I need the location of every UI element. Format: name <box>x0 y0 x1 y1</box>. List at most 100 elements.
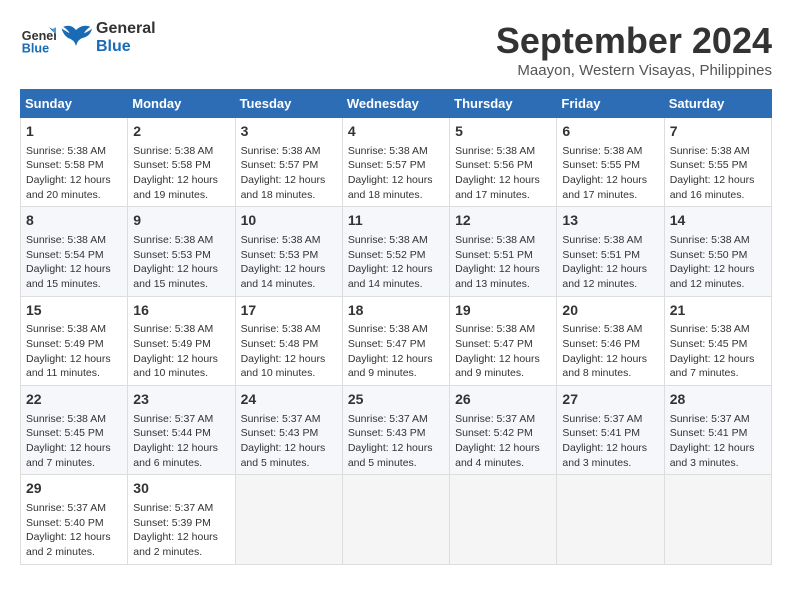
day-number: 26 <box>455 390 551 410</box>
daylight-text: Daylight: 12 hours and 14 minutes. <box>241 263 326 290</box>
logo-bird-icon <box>60 22 92 54</box>
sunrise-text: Sunrise: 5:38 AM <box>348 145 428 157</box>
day-number: 25 <box>348 390 444 410</box>
day-number: 6 <box>562 122 658 142</box>
daylight-text: Daylight: 12 hours and 10 minutes. <box>133 353 218 380</box>
day-number: 23 <box>133 390 229 410</box>
sunset-text: Sunset: 5:47 PM <box>348 338 426 350</box>
sunrise-text: Sunrise: 5:37 AM <box>455 413 535 425</box>
sunset-text: Sunset: 5:53 PM <box>241 249 319 261</box>
daylight-text: Daylight: 12 hours and 18 minutes. <box>348 174 433 201</box>
daylight-text: Daylight: 12 hours and 5 minutes. <box>241 442 326 469</box>
day-number: 2 <box>133 122 229 142</box>
calendar-week-2: 8Sunrise: 5:38 AMSunset: 5:54 PMDaylight… <box>21 207 772 296</box>
daylight-text: Daylight: 12 hours and 7 minutes. <box>670 353 755 380</box>
sunrise-text: Sunrise: 5:38 AM <box>670 323 750 335</box>
daylight-text: Daylight: 12 hours and 19 minutes. <box>133 174 218 201</box>
calendar-day-16: 16Sunrise: 5:38 AMSunset: 5:49 PMDayligh… <box>128 296 235 385</box>
empty-cell <box>342 475 449 564</box>
calendar-day-4: 4Sunrise: 5:38 AMSunset: 5:57 PMDaylight… <box>342 118 449 207</box>
calendar-day-18: 18Sunrise: 5:38 AMSunset: 5:47 PMDayligh… <box>342 296 449 385</box>
calendar-day-20: 20Sunrise: 5:38 AMSunset: 5:46 PMDayligh… <box>557 296 664 385</box>
day-number: 8 <box>26 211 122 231</box>
empty-cell <box>235 475 342 564</box>
calendar-day-2: 2Sunrise: 5:38 AMSunset: 5:58 PMDaylight… <box>128 118 235 207</box>
svg-text:Blue: Blue <box>22 41 49 55</box>
sunset-text: Sunset: 5:40 PM <box>26 517 104 529</box>
title-block: September 2024 Maayon, Western Visayas, … <box>496 20 772 79</box>
calendar-day-9: 9Sunrise: 5:38 AMSunset: 5:53 PMDaylight… <box>128 207 235 296</box>
calendar-header-row: SundayMondayTuesdayWednesdayThursdayFrid… <box>21 90 772 118</box>
daylight-text: Daylight: 12 hours and 11 minutes. <box>26 353 111 380</box>
logo: General Blue General Blue <box>20 20 156 56</box>
sunrise-text: Sunrise: 5:38 AM <box>133 234 213 246</box>
sunset-text: Sunset: 5:51 PM <box>455 249 533 261</box>
sunrise-text: Sunrise: 5:38 AM <box>670 145 750 157</box>
day-number: 5 <box>455 122 551 142</box>
daylight-text: Daylight: 12 hours and 3 minutes. <box>670 442 755 469</box>
sunrise-text: Sunrise: 5:37 AM <box>133 502 213 514</box>
sunrise-text: Sunrise: 5:38 AM <box>455 234 535 246</box>
day-number: 20 <box>562 301 658 321</box>
daylight-text: Daylight: 12 hours and 15 minutes. <box>133 263 218 290</box>
day-number: 21 <box>670 301 766 321</box>
sunrise-text: Sunrise: 5:38 AM <box>26 234 106 246</box>
sunrise-text: Sunrise: 5:38 AM <box>562 323 642 335</box>
sunset-text: Sunset: 5:57 PM <box>241 159 319 171</box>
page-header: General Blue General Blue September 2024… <box>20 20 772 79</box>
daylight-text: Daylight: 12 hours and 8 minutes. <box>562 353 647 380</box>
sunrise-text: Sunrise: 5:38 AM <box>455 145 535 157</box>
sunrise-text: Sunrise: 5:38 AM <box>26 413 106 425</box>
sunset-text: Sunset: 5:49 PM <box>133 338 211 350</box>
empty-cell <box>450 475 557 564</box>
sunset-text: Sunset: 5:39 PM <box>133 517 211 529</box>
sunrise-text: Sunrise: 5:38 AM <box>348 234 428 246</box>
sunrise-text: Sunrise: 5:38 AM <box>26 323 106 335</box>
calendar-day-10: 10Sunrise: 5:38 AMSunset: 5:53 PMDayligh… <box>235 207 342 296</box>
day-number: 11 <box>348 211 444 231</box>
column-header-thursday: Thursday <box>450 90 557 118</box>
sunrise-text: Sunrise: 5:38 AM <box>670 234 750 246</box>
daylight-text: Daylight: 12 hours and 12 minutes. <box>670 263 755 290</box>
calendar-day-3: 3Sunrise: 5:38 AMSunset: 5:57 PMDaylight… <box>235 118 342 207</box>
sunset-text: Sunset: 5:51 PM <box>562 249 640 261</box>
calendar-day-11: 11Sunrise: 5:38 AMSunset: 5:52 PMDayligh… <box>342 207 449 296</box>
calendar-day-21: 21Sunrise: 5:38 AMSunset: 5:45 PMDayligh… <box>664 296 771 385</box>
day-number: 12 <box>455 211 551 231</box>
sunrise-text: Sunrise: 5:38 AM <box>562 234 642 246</box>
sunset-text: Sunset: 5:53 PM <box>133 249 211 261</box>
calendar-table: SundayMondayTuesdayWednesdayThursdayFrid… <box>20 89 772 565</box>
day-number: 16 <box>133 301 229 321</box>
daylight-text: Daylight: 12 hours and 10 minutes. <box>241 353 326 380</box>
sunset-text: Sunset: 5:48 PM <box>241 338 319 350</box>
calendar-day-30: 30Sunrise: 5:37 AMSunset: 5:39 PMDayligh… <box>128 475 235 564</box>
location: Maayon, Western Visayas, Philippines <box>496 62 772 79</box>
calendar-week-4: 22Sunrise: 5:38 AMSunset: 5:45 PMDayligh… <box>21 386 772 475</box>
calendar-day-19: 19Sunrise: 5:38 AMSunset: 5:47 PMDayligh… <box>450 296 557 385</box>
day-number: 19 <box>455 301 551 321</box>
daylight-text: Daylight: 12 hours and 17 minutes. <box>455 174 540 201</box>
logo-icon: General Blue <box>20 20 56 56</box>
sunset-text: Sunset: 5:52 PM <box>348 249 426 261</box>
logo-name-general: General <box>96 20 156 38</box>
empty-cell <box>557 475 664 564</box>
sunrise-text: Sunrise: 5:38 AM <box>562 145 642 157</box>
sunset-text: Sunset: 5:42 PM <box>455 427 533 439</box>
month-title: September 2024 <box>496 20 772 62</box>
calendar-day-22: 22Sunrise: 5:38 AMSunset: 5:45 PMDayligh… <box>21 386 128 475</box>
calendar-day-14: 14Sunrise: 5:38 AMSunset: 5:50 PMDayligh… <box>664 207 771 296</box>
day-number: 13 <box>562 211 658 231</box>
calendar-day-5: 5Sunrise: 5:38 AMSunset: 5:56 PMDaylight… <box>450 118 557 207</box>
sunrise-text: Sunrise: 5:38 AM <box>241 323 321 335</box>
daylight-text: Daylight: 12 hours and 9 minutes. <box>455 353 540 380</box>
sunrise-text: Sunrise: 5:37 AM <box>133 413 213 425</box>
sunset-text: Sunset: 5:41 PM <box>670 427 748 439</box>
daylight-text: Daylight: 12 hours and 18 minutes. <box>241 174 326 201</box>
day-number: 7 <box>670 122 766 142</box>
column-header-monday: Monday <box>128 90 235 118</box>
sunset-text: Sunset: 5:45 PM <box>26 427 104 439</box>
day-number: 24 <box>241 390 337 410</box>
sunrise-text: Sunrise: 5:38 AM <box>26 145 106 157</box>
sunrise-text: Sunrise: 5:37 AM <box>562 413 642 425</box>
daylight-text: Daylight: 12 hours and 20 minutes. <box>26 174 111 201</box>
